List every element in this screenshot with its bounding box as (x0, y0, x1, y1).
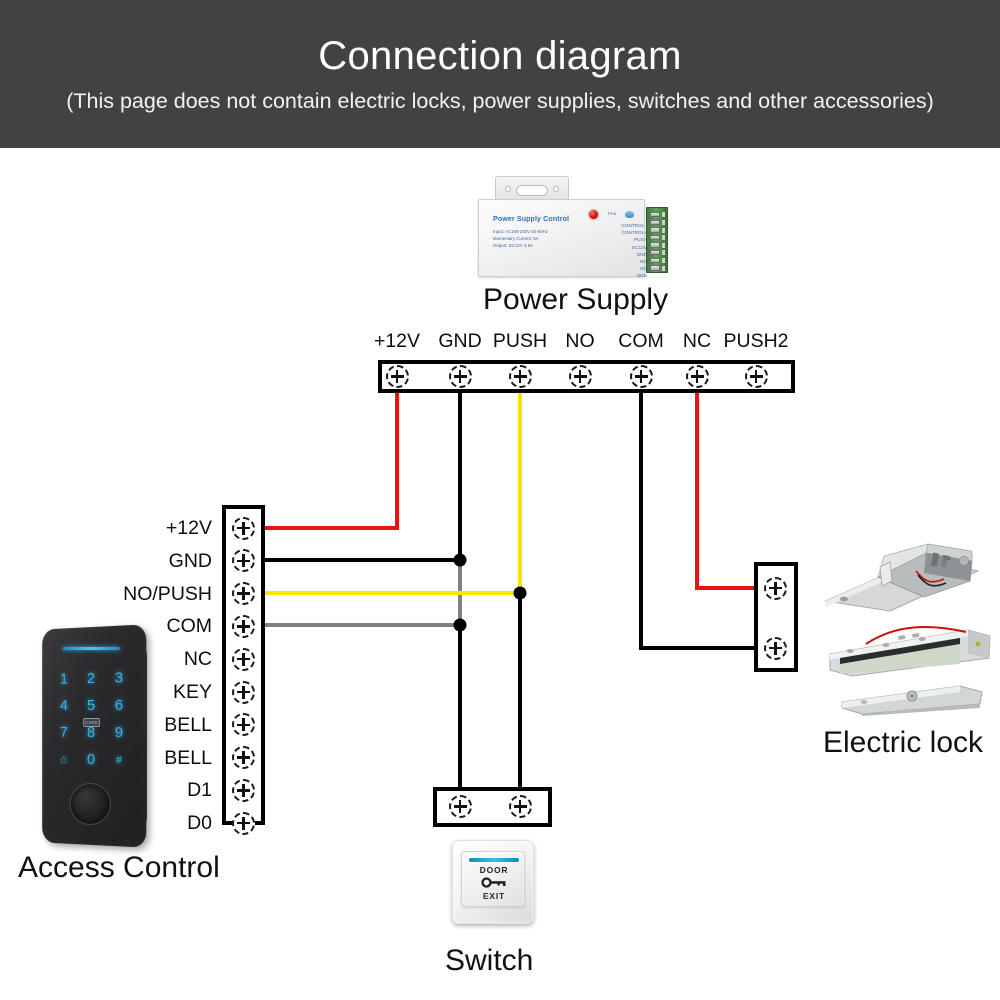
switch-led-indicator (469, 858, 519, 862)
power-supply-caption: Power Supply (483, 283, 669, 316)
terminal-screw[interactable] (232, 746, 255, 770)
psu-connector-pin (650, 265, 660, 271)
keypad-key-5[interactable]: 5 (77, 692, 104, 719)
psu-brand-logo (625, 211, 634, 218)
terminal-screw[interactable] (568, 365, 592, 388)
keypad-key-9[interactable]: 9 (105, 719, 133, 747)
terminal-screw[interactable] (232, 614, 255, 638)
access-control-terminal-label: GND (168, 549, 212, 572)
card-reader-label: CARD (85, 719, 98, 726)
main-terminal-label: PUSH2 (723, 330, 789, 352)
terminal-screw[interactable] (232, 516, 255, 540)
psu-terminal-label: CONTROL - (621, 223, 647, 228)
psu-connector-slot (661, 250, 665, 256)
lock-terminal-screw[interactable] (764, 576, 787, 600)
keypad-key-1[interactable]: 1 (51, 665, 78, 692)
psu-spec-current: Momentary Current: 5A (493, 236, 539, 241)
keypad-key-6[interactable]: 6 (105, 691, 133, 719)
wire-red-12v (265, 392, 399, 530)
psu-body: Power Supply Control Input: AC100-240V 5… (478, 199, 647, 280)
psu-hanger-slot (516, 185, 548, 196)
terminal-screw[interactable] (232, 713, 255, 737)
electric-lock-caption: Electric lock (823, 726, 984, 759)
access-control-keypad[interactable]: 1 2 3 4 5 6 7 8 9 ⌂ 0 # CARD (36, 624, 158, 848)
electric-lock-terminal-block[interactable] (754, 562, 798, 672)
psu-connector-pin (650, 234, 660, 241)
terminal-screw[interactable] (232, 778, 255, 802)
switch-terminal-screw[interactable] (448, 795, 472, 818)
terminal-screw[interactable] (508, 365, 532, 388)
psu-connector-pin (650, 219, 660, 225)
psu-hanger-hole-left (505, 186, 511, 192)
psu-connector-slot (661, 257, 665, 263)
keypad-key-hash[interactable]: # (105, 746, 133, 774)
terminal-screw[interactable] (232, 680, 255, 704)
terminal-screw[interactable] (448, 365, 472, 388)
psu-hanger-hole-right (553, 186, 559, 192)
access-control-terminal-label: +12V (165, 517, 212, 539)
terminal-screw[interactable] (232, 647, 255, 671)
key-icon (481, 877, 506, 888)
psu-terminal-label: DC12V (631, 244, 647, 250)
keypad-key-0[interactable]: 0 (77, 746, 104, 774)
psu-power-led (589, 210, 598, 219)
psu-terminal-label-list: CONTROL - CONTROL+ PUSH DC12V GND NO NC … (575, 222, 647, 280)
psu-connector-slot (661, 265, 665, 271)
card-reader-icon: CARD (83, 717, 100, 728)
terminal-screw[interactable] (232, 811, 255, 835)
terminal-screw[interactable] (629, 365, 653, 388)
psu-connector-pin (650, 250, 660, 256)
psu-terminal-label: CONTROL+ (621, 230, 647, 236)
keypad-key-4[interactable]: 4 (51, 692, 78, 719)
power-supply-unit: Power Supply Control Input: AC100-240V 5… (468, 176, 698, 281)
switch-caption: Switch (445, 944, 534, 977)
psu-connector-pin (650, 257, 660, 263)
terminal-screw[interactable] (232, 549, 255, 573)
psu-green-connector (646, 207, 668, 273)
terminal-screw[interactable] (385, 365, 409, 388)
psu-connector-slot (661, 227, 665, 233)
switch-terminal-block[interactable] (433, 787, 552, 827)
lock-terminal-screw[interactable] (764, 636, 787, 660)
fingerprint-reader[interactable] (69, 782, 111, 826)
terminal-screw[interactable] (232, 582, 255, 606)
switch-exit-text: EXIT (482, 891, 506, 901)
connection-diagram-page: Connection diagram (This page does not c… (0, 0, 1000, 1000)
switch-door-text: DOOR (479, 865, 509, 875)
keypad-key-bell[interactable]: ⌂ (51, 745, 78, 772)
switch-terminal-screw[interactable] (508, 795, 532, 818)
junction-dot-push (513, 586, 527, 600)
main-terminal-strip[interactable] (378, 360, 795, 393)
terminal-screw[interactable] (685, 365, 709, 388)
psu-connector-slot (661, 242, 665, 248)
keypad-key-7[interactable]: 7 (51, 719, 78, 746)
electric-strike-lock-image: CE (824, 543, 980, 612)
psu-terminal-label: GND (636, 273, 647, 279)
switch-button[interactable]: DOOR EXIT (461, 851, 525, 907)
access-control-terminal-block[interactable] (222, 505, 265, 835)
armature-plate-image (841, 685, 983, 716)
psu-connector-slot (661, 235, 665, 241)
keypad-key-3[interactable]: 3 (105, 664, 133, 692)
terminal-screw[interactable] (744, 365, 768, 388)
junction-dot-com (453, 618, 467, 632)
exit-switch-device[interactable]: DOOR EXIT (452, 840, 534, 924)
junction-dot-gnd (453, 553, 467, 567)
access-control-caption: Access Control (18, 851, 220, 884)
psu-connector-pin (650, 212, 660, 218)
psu-brand-text: Tma (607, 211, 617, 216)
psu-spec-output: Output: DC12V 3.5A (493, 243, 534, 248)
wire-red-nc-lock (695, 392, 756, 590)
access-control-terminal-label: NO/PUSH (123, 582, 212, 605)
psu-connector-slot (661, 219, 665, 225)
psu-connector-slot (661, 212, 665, 218)
psu-spec-input: Input: AC100-240V 50-60Hz (493, 229, 548, 234)
magnetic-lock-image (829, 626, 991, 677)
keypad-key-2[interactable]: 2 (77, 665, 104, 693)
psu-connector-pin (650, 227, 660, 233)
psu-connector-pin (650, 242, 660, 248)
psu-label-title: Power Supply Control (493, 215, 570, 223)
keypad-status-bar (62, 646, 120, 651)
